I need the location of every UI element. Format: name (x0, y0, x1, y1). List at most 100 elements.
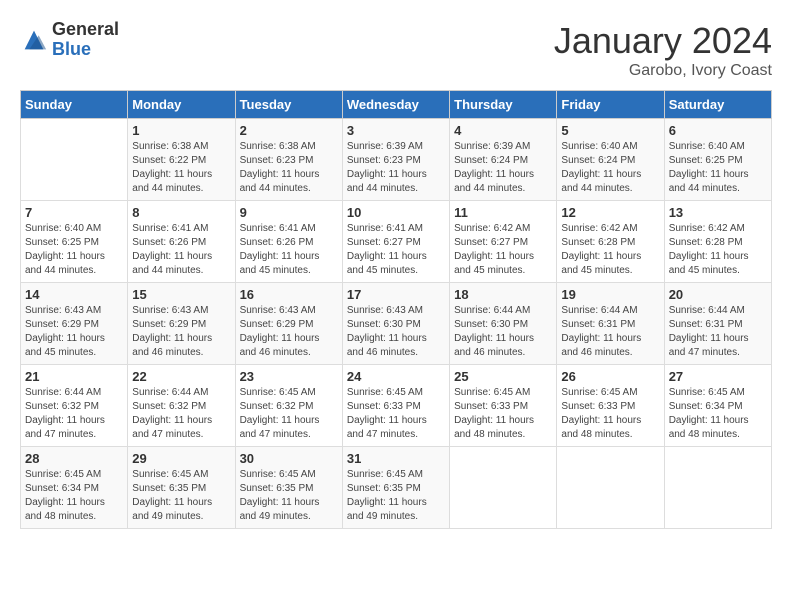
day-info: Sunrise: 6:45 AM Sunset: 6:34 PM Dayligh… (25, 468, 123, 524)
month-title: January 2024 (554, 20, 772, 62)
calendar-cell: 22 Sunrise: 6:44 AM Sunset: 6:32 PM Dayli… (128, 365, 235, 447)
calendar-week-4: 21 Sunrise: 6:44 AM Sunset: 6:32 PM Dayli… (21, 365, 772, 447)
calendar-cell: 19 Sunrise: 6:44 AM Sunset: 6:31 PM Dayli… (557, 283, 664, 365)
day-number: 28 (25, 451, 123, 466)
calendar-cell: 7 Sunrise: 6:40 AM Sunset: 6:25 PM Daylig… (21, 201, 128, 283)
calendar-cell: 26 Sunrise: 6:45 AM Sunset: 6:33 PM Dayli… (557, 365, 664, 447)
calendar-cell (21, 119, 128, 201)
calendar-week-3: 14 Sunrise: 6:43 AM Sunset: 6:29 PM Dayli… (21, 283, 772, 365)
day-info: Sunrise: 6:44 AM Sunset: 6:31 PM Dayligh… (669, 304, 767, 360)
day-info: Sunrise: 6:44 AM Sunset: 6:31 PM Dayligh… (561, 304, 659, 360)
logo-text: General Blue (52, 20, 119, 60)
calendar-cell: 13 Sunrise: 6:42 AM Sunset: 6:28 PM Dayli… (664, 201, 771, 283)
day-info: Sunrise: 6:39 AM Sunset: 6:24 PM Dayligh… (454, 140, 552, 196)
calendar-cell: 11 Sunrise: 6:42 AM Sunset: 6:27 PM Dayli… (450, 201, 557, 283)
calendar-cell: 24 Sunrise: 6:45 AM Sunset: 6:33 PM Dayli… (342, 365, 449, 447)
day-info: Sunrise: 6:45 AM Sunset: 6:34 PM Dayligh… (669, 386, 767, 442)
day-number: 20 (669, 287, 767, 302)
logo-icon (20, 26, 48, 54)
day-number: 11 (454, 205, 552, 220)
day-number: 18 (454, 287, 552, 302)
calendar-cell: 16 Sunrise: 6:43 AM Sunset: 6:29 PM Dayli… (235, 283, 342, 365)
day-info: Sunrise: 6:43 AM Sunset: 6:30 PM Dayligh… (347, 304, 445, 360)
calendar-cell: 31Sunrise: 6:45 AM Sunset: 6:35 PM Dayli… (342, 447, 449, 529)
day-number: 1 (132, 123, 230, 138)
calendar-cell: 15Sunrise: 6:43 AM Sunset: 6:29 PM Dayli… (128, 283, 235, 365)
day-info: Sunrise: 6:45 AM Sunset: 6:33 PM Dayligh… (347, 386, 445, 442)
day-info: Sunrise: 6:41 AM Sunset: 6:26 PM Dayligh… (240, 222, 338, 278)
weekday-header-monday: Monday (128, 91, 235, 119)
day-number: 19 (561, 287, 659, 302)
calendar-week-2: 7 Sunrise: 6:40 AM Sunset: 6:25 PM Daylig… (21, 201, 772, 283)
day-number: 8 (132, 205, 230, 220)
weekday-header-thursday: Thursday (450, 91, 557, 119)
day-info: Sunrise: 6:45 AM Sunset: 6:33 PM Dayligh… (454, 386, 552, 442)
day-number: 30 (240, 451, 338, 466)
day-info: Sunrise: 6:42 AM Sunset: 6:27 PM Dayligh… (454, 222, 552, 278)
day-number: 13 (669, 205, 767, 220)
day-info: Sunrise: 6:45 AM Sunset: 6:33 PM Dayligh… (561, 386, 659, 442)
logo: General Blue (20, 20, 119, 60)
day-info: Sunrise: 6:43 AM Sunset: 6:29 PM Dayligh… (240, 304, 338, 360)
day-info: Sunrise: 6:42 AM Sunset: 6:28 PM Dayligh… (561, 222, 659, 278)
calendar-week-5: 28 Sunrise: 6:45 AM Sunset: 6:34 PM Dayli… (21, 447, 772, 529)
day-info: Sunrise: 6:45 AM Sunset: 6:35 PM Dayligh… (240, 468, 338, 524)
weekday-header-wednesday: Wednesday (342, 91, 449, 119)
weekday-header-tuesday: Tuesday (235, 91, 342, 119)
calendar-cell: 2Sunrise: 6:38 AM Sunset: 6:23 PM Daylig… (235, 119, 342, 201)
location-title: Garobo, Ivory Coast (554, 62, 772, 80)
calendar-cell: 27 Sunrise: 6:45 AM Sunset: 6:34 PM Dayli… (664, 365, 771, 447)
day-info: Sunrise: 6:42 AM Sunset: 6:28 PM Dayligh… (669, 222, 767, 278)
calendar-cell: 25 Sunrise: 6:45 AM Sunset: 6:33 PM Dayli… (450, 365, 557, 447)
day-number: 4 (454, 123, 552, 138)
day-number: 26 (561, 369, 659, 384)
calendar-week-1: 1 Sunrise: 6:38 AM Sunset: 6:22 PM Daylig… (21, 119, 772, 201)
day-info: Sunrise: 6:44 AM Sunset: 6:32 PM Dayligh… (25, 386, 123, 442)
day-number: 17 (347, 287, 445, 302)
day-number: 22 (132, 369, 230, 384)
day-info: Sunrise: 6:44 AM Sunset: 6:32 PM Dayligh… (132, 386, 230, 442)
day-number: 25 (454, 369, 552, 384)
calendar-cell: 18Sunrise: 6:44 AM Sunset: 6:30 PM Dayli… (450, 283, 557, 365)
day-info: Sunrise: 6:40 AM Sunset: 6:25 PM Dayligh… (25, 222, 123, 278)
weekday-header-sunday: Sunday (21, 91, 128, 119)
calendar-cell: 28 Sunrise: 6:45 AM Sunset: 6:34 PM Dayli… (21, 447, 128, 529)
calendar-cell: 3 Sunrise: 6:39 AM Sunset: 6:23 PM Daylig… (342, 119, 449, 201)
day-info: Sunrise: 6:38 AM Sunset: 6:22 PM Dayligh… (132, 140, 230, 196)
day-number: 16 (240, 287, 338, 302)
day-number: 12 (561, 205, 659, 220)
calendar-cell: 4 Sunrise: 6:39 AM Sunset: 6:24 PM Daylig… (450, 119, 557, 201)
day-number: 10 (347, 205, 445, 220)
page-header: General Blue January 2024 Garobo, Ivory … (20, 20, 772, 80)
day-number: 14 (25, 287, 123, 302)
calendar-cell: 20 Sunrise: 6:44 AM Sunset: 6:31 PM Dayli… (664, 283, 771, 365)
calendar-cell: 5Sunrise: 6:40 AM Sunset: 6:24 PM Daylig… (557, 119, 664, 201)
day-number: 7 (25, 205, 123, 220)
day-info: Sunrise: 6:40 AM Sunset: 6:25 PM Dayligh… (669, 140, 767, 196)
calendar-cell: 9Sunrise: 6:41 AM Sunset: 6:26 PM Daylig… (235, 201, 342, 283)
day-number: 24 (347, 369, 445, 384)
calendar-cell: 29 Sunrise: 6:45 AM Sunset: 6:35 PM Dayli… (128, 447, 235, 529)
calendar-cell: 21 Sunrise: 6:44 AM Sunset: 6:32 PM Dayli… (21, 365, 128, 447)
calendar-cell: 10Sunrise: 6:41 AM Sunset: 6:27 PM Dayli… (342, 201, 449, 283)
calendar-cell: 1 Sunrise: 6:38 AM Sunset: 6:22 PM Daylig… (128, 119, 235, 201)
day-info: Sunrise: 6:45 AM Sunset: 6:35 PM Dayligh… (132, 468, 230, 524)
day-number: 3 (347, 123, 445, 138)
calendar-cell (664, 447, 771, 529)
calendar-cell (557, 447, 664, 529)
day-info: Sunrise: 6:43 AM Sunset: 6:29 PM Dayligh… (132, 304, 230, 360)
day-info: Sunrise: 6:43 AM Sunset: 6:29 PM Dayligh… (25, 304, 123, 360)
day-number: 27 (669, 369, 767, 384)
logo-general-text: General (52, 19, 119, 39)
day-info: Sunrise: 6:39 AM Sunset: 6:23 PM Dayligh… (347, 140, 445, 196)
calendar-cell: 8Sunrise: 6:41 AM Sunset: 6:26 PM Daylig… (128, 201, 235, 283)
day-number: 21 (25, 369, 123, 384)
day-number: 23 (240, 369, 338, 384)
day-number: 29 (132, 451, 230, 466)
day-number: 5 (561, 123, 659, 138)
weekday-header-friday: Friday (557, 91, 664, 119)
calendar-cell (450, 447, 557, 529)
day-info: Sunrise: 6:38 AM Sunset: 6:23 PM Dayligh… (240, 140, 338, 196)
calendar-table: SundayMondayTuesdayWednesdayThursdayFrid… (20, 90, 772, 529)
calendar-cell: 12 Sunrise: 6:42 AM Sunset: 6:28 PM Dayli… (557, 201, 664, 283)
